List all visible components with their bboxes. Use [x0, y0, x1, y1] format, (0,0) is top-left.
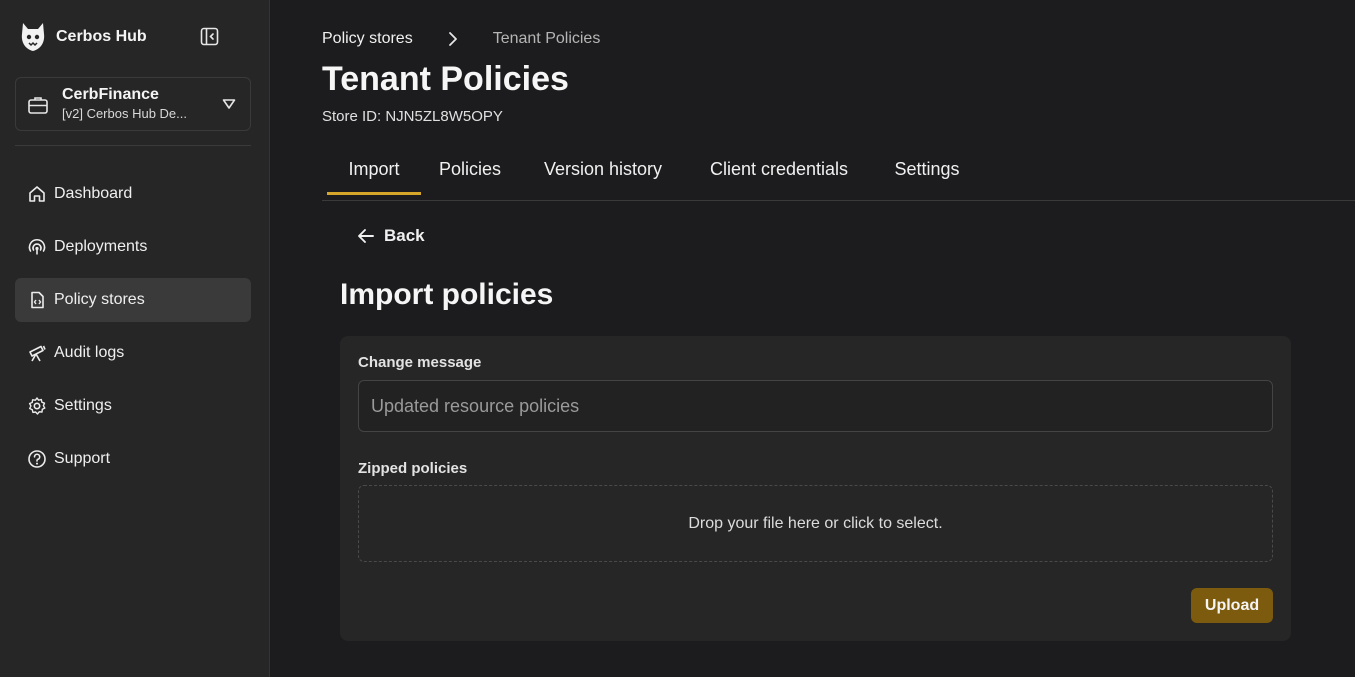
dropzone-text: Drop your file here or click to select.: [688, 514, 943, 532]
gear-icon: [28, 397, 46, 415]
import-form: Change message Zipped policies Drop your…: [340, 336, 1291, 641]
sidebar-item-audit-logs[interactable]: Audit logs: [15, 331, 251, 375]
arrow-left-icon: [358, 229, 374, 243]
sidebar-item-label: Audit logs: [54, 344, 125, 361]
sidebar-item-deployments[interactable]: Deployments: [15, 225, 251, 269]
tab-version-history[interactable]: Version history: [535, 148, 671, 195]
file-dropzone[interactable]: Drop your file here or click to select.: [358, 485, 1273, 562]
tab-bar: Import Policies Version history Client c…: [322, 148, 1355, 201]
sidebar-divider: [15, 145, 251, 146]
sidebar-item-dashboard[interactable]: Dashboard: [15, 172, 251, 216]
tab-client-credentials[interactable]: Client credentials: [700, 148, 858, 195]
sidebar-item-label: Deployments: [54, 238, 148, 255]
help-circle-icon: [28, 450, 46, 468]
back-button[interactable]: Back: [356, 226, 425, 246]
home-icon: [29, 186, 45, 202]
breadcrumb: Policy stores Tenant Policies: [322, 30, 600, 48]
chevron-down-icon: [222, 99, 236, 109]
main-content: Policy stores Tenant Policies Tenant Pol…: [270, 0, 1355, 677]
sidebar-nav: Dashboard Deployments Policy stores Audi…: [15, 172, 251, 490]
sidebar-collapse-icon[interactable]: [199, 26, 221, 48]
section-title: Import policies: [340, 278, 554, 311]
chevron-right-icon: [448, 32, 457, 46]
breadcrumb-policy-stores[interactable]: Policy stores: [322, 30, 413, 48]
change-message-input[interactable]: [358, 380, 1273, 432]
zipped-policies-label: Zipped policies: [358, 460, 468, 477]
sidebar-item-label: Policy stores: [54, 291, 145, 308]
file-code-icon: [31, 291, 44, 309]
org-name: CerbFinance: [62, 86, 159, 103]
sidebar: Cerbos Hub CerbFinance [v2] Cerbos Hub D…: [0, 0, 270, 677]
tab-policies[interactable]: Policies: [435, 148, 505, 195]
sidebar-item-label: Support: [54, 450, 111, 467]
back-label: Back: [384, 226, 425, 245]
upload-button[interactable]: Upload: [1191, 588, 1273, 623]
workspace-name: [v2] Cerbos Hub De...: [62, 106, 187, 121]
broadcast-icon: [28, 238, 46, 255]
change-message-label: Change message: [358, 354, 482, 371]
sidebar-item-policy-stores[interactable]: Policy stores: [15, 278, 251, 322]
page-title: Tenant Policies: [322, 60, 569, 98]
cerbos-logo-icon: [21, 23, 45, 51]
brand-name: Cerbos Hub: [56, 28, 147, 45]
telescope-icon: [29, 345, 46, 362]
tab-import[interactable]: Import: [327, 148, 421, 195]
sidebar-item-label: Settings: [54, 397, 112, 414]
store-id: Store ID: NJN5ZL8W5OPY: [322, 108, 503, 125]
briefcase-icon: [28, 97, 48, 114]
brand[interactable]: Cerbos Hub: [20, 22, 147, 52]
sidebar-item-settings[interactable]: Settings: [15, 384, 251, 428]
sidebar-item-support[interactable]: Support: [15, 437, 251, 481]
org-switcher[interactable]: CerbFinance [v2] Cerbos Hub De...: [15, 77, 251, 131]
sidebar-item-label: Dashboard: [54, 185, 133, 202]
tab-settings[interactable]: Settings: [888, 148, 966, 195]
breadcrumb-current: Tenant Policies: [492, 30, 601, 47]
